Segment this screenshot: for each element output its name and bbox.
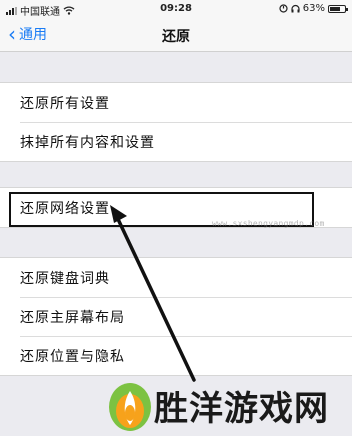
watermark-logo-icon xyxy=(109,383,151,431)
annotation-arrow xyxy=(110,205,196,382)
watermark-text: 胜洋游戏网 xyxy=(154,389,329,429)
watermark-url: www.sxshengyangmdp.com xyxy=(212,219,325,228)
